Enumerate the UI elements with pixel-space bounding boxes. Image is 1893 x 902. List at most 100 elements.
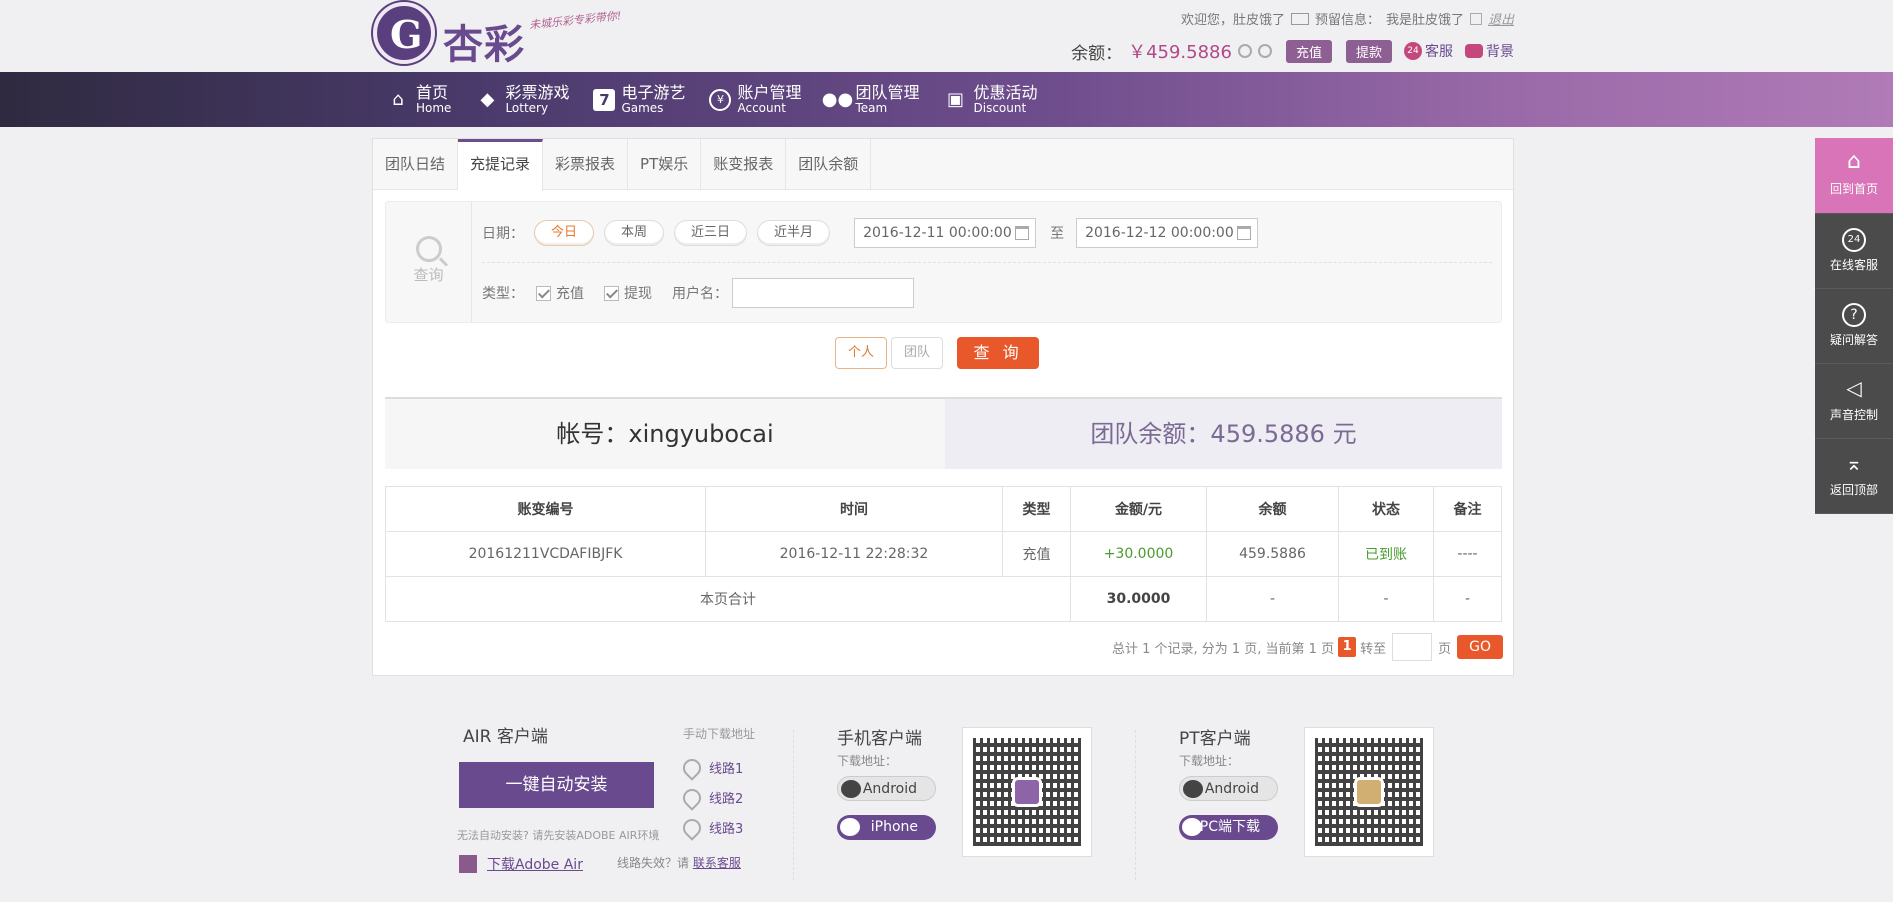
to-label: 至 bbox=[1050, 226, 1065, 242]
current-page[interactable]: 1 bbox=[1338, 637, 1357, 657]
pt-title: PT客户端 bbox=[1179, 729, 1251, 749]
nav-sublabel: Team bbox=[855, 100, 888, 115]
mail-icon[interactable] bbox=[1290, 12, 1309, 25]
total-cell: - bbox=[1206, 576, 1339, 622]
search-button[interactable]: 查 询 bbox=[957, 337, 1040, 369]
android-label: Android bbox=[862, 781, 917, 797]
refresh-icon[interactable] bbox=[1237, 44, 1252, 58]
auto-install-button[interactable]: 一键自动安装 bbox=[459, 762, 654, 808]
calendar-icon[interactable] bbox=[1237, 226, 1252, 240]
nav-team[interactable]: ●● 团队管理 Team bbox=[821, 72, 920, 127]
mobile-title: 手机客户端 bbox=[837, 729, 922, 749]
logout-link[interactable]: 退出 bbox=[1488, 9, 1514, 28]
nav-label: 团队管理 bbox=[855, 83, 920, 103]
mobile-qr-code bbox=[962, 727, 1092, 857]
team-button[interactable]: 团队 bbox=[891, 337, 944, 369]
sidebar-label: 声音控制 bbox=[1829, 408, 1878, 422]
table-row: 20161211VCDAFIBJFK 2016-12-11 22:28:32 充… bbox=[385, 531, 1502, 577]
line-1-link[interactable]: 线路1 bbox=[679, 754, 743, 781]
col-header: 金额/元 bbox=[1070, 486, 1207, 532]
reserve-value: 我是肚皮饿了 bbox=[1385, 13, 1464, 28]
page-input[interactable] bbox=[1392, 633, 1433, 661]
range-today[interactable]: 今日 bbox=[534, 220, 595, 246]
hide-eye-icon[interactable] bbox=[1257, 44, 1272, 58]
sidebar-top[interactable]: ⌅ 返回顶部 bbox=[1815, 439, 1893, 514]
nav-account[interactable]: ¥ 账户管理 Account bbox=[709, 72, 801, 127]
main-nav: ⌂ 首页 Home ◆ 彩票游戏 Lottery 7 电子游艺 Games ¥ 账户管理 Acc… bbox=[0, 72, 1893, 127]
range-week[interactable]: 本周 bbox=[604, 220, 665, 246]
nav-sublabel: Games bbox=[621, 100, 664, 115]
sidebar-faq[interactable]: ? 疑问解答 bbox=[1815, 289, 1893, 364]
line-label: 线路3 bbox=[709, 822, 744, 837]
tab-team-daily[interactable]: 团队日结 bbox=[373, 139, 459, 190]
logo-icon: G bbox=[373, 2, 435, 64]
table-header-row: 账变编号 时间 类型 金额/元 余额 状态 备注 bbox=[385, 486, 1502, 532]
tab-pt[interactable]: PT娱乐 bbox=[628, 139, 702, 190]
col-header: 备注 bbox=[1433, 486, 1502, 532]
iphone-download-button[interactable]: iPhone bbox=[837, 815, 936, 840]
cell-id: 20161211VCDAFIBJFK bbox=[385, 531, 706, 577]
nav-lottery[interactable]: ◆ 彩票游戏 Lottery bbox=[475, 72, 570, 127]
tab-team-balance[interactable]: 团队余额 bbox=[786, 139, 872, 190]
nav-sublabel: Home bbox=[416, 100, 452, 115]
withdraw-checkbox-label: 提现 bbox=[624, 286, 652, 302]
user-info: 欢迎您，肚皮饿了 预留信息： 我是肚皮饿了 退出 bbox=[1181, 9, 1514, 28]
personal-button[interactable]: 个人 bbox=[835, 337, 888, 369]
pt-pc-download-button[interactable]: PC端下载 bbox=[1179, 815, 1278, 840]
sidebar-sound[interactable]: ◁ 声音控制 bbox=[1815, 364, 1893, 439]
logo[interactable]: G 杏彩 未城乐彩专彩带你! bbox=[373, 2, 623, 68]
query-buttons: 个人 团队 查 询 bbox=[835, 337, 1040, 369]
username-input[interactable] bbox=[732, 278, 914, 308]
sidebar-label: 返回顶部 bbox=[1829, 483, 1878, 497]
right-sidebar: ⌂ 回到首页 24 在线客服 ? 疑问解答 ◁ 声音控制 ⌅ 返回顶部 bbox=[1815, 138, 1893, 514]
logo-icon bbox=[1012, 777, 1042, 807]
line-3-link[interactable]: 线路3 bbox=[679, 814, 744, 841]
balance-value: ￥459.5886 bbox=[1128, 42, 1232, 63]
deposit-button[interactable]: 充值 bbox=[1285, 39, 1332, 63]
line-lost: 线路失效？请 联系客服 bbox=[617, 854, 741, 871]
withdraw-button[interactable]: 提款 bbox=[1345, 39, 1392, 63]
service-link[interactable]: 24 客服 bbox=[1404, 41, 1453, 61]
records-table: 账变编号 时间 类型 金额/元 余额 状态 备注 20161211VCDAFIB… bbox=[385, 486, 1502, 622]
end-date-input[interactable]: 2016-12-12 00:00:00 bbox=[1076, 218, 1259, 248]
sidebar-label: 回到首页 bbox=[1829, 182, 1878, 196]
line-lost-text: 线路失效？请 bbox=[617, 856, 690, 870]
android-download-button[interactable]: Android bbox=[837, 776, 936, 801]
page-label: 页 bbox=[1438, 641, 1452, 657]
contact-service-link[interactable]: 联系客服 bbox=[693, 856, 741, 870]
tab-deposit-withdraw[interactable]: 充提记录 bbox=[458, 139, 544, 191]
calendar-icon[interactable] bbox=[1015, 226, 1030, 240]
tab-lottery-report[interactable]: 彩票报表 bbox=[543, 139, 629, 190]
edit-icon[interactable] bbox=[1469, 12, 1482, 25]
question-icon: ? bbox=[1842, 303, 1866, 327]
deposit-checkbox[interactable] bbox=[536, 285, 551, 301]
nav-discount[interactable]: ▣ 优惠活动 Discount bbox=[944, 72, 1038, 127]
type-label: 类型： bbox=[482, 286, 524, 302]
logo-slogan: 未城乐彩专彩带你! bbox=[528, 9, 622, 32]
sidebar-service[interactable]: 24 在线客服 bbox=[1815, 214, 1893, 289]
nav-label: 电子游艺 bbox=[621, 83, 686, 103]
nav-home[interactable]: ⌂ 首页 Home bbox=[386, 72, 451, 127]
headset-icon: 24 bbox=[1404, 42, 1422, 60]
query-side-label: 查询 bbox=[413, 266, 444, 284]
mobile-download-label: 下载地址： bbox=[837, 754, 898, 768]
gift-icon: ▣ bbox=[946, 89, 964, 110]
range-3days[interactable]: 近三日 bbox=[674, 220, 748, 246]
start-date-input[interactable]: 2016-12-11 00:00:00 bbox=[854, 218, 1037, 248]
go-button[interactable]: GO bbox=[1457, 635, 1503, 659]
line-2-link[interactable]: 线路2 bbox=[679, 784, 743, 811]
pt-android-button[interactable]: Android bbox=[1179, 776, 1278, 801]
manual-download-label: 手动下载地址 bbox=[683, 727, 756, 741]
total-cell: - bbox=[1338, 576, 1434, 622]
nav-games[interactable]: 7 电子游艺 Games bbox=[593, 72, 685, 127]
location-icon bbox=[679, 784, 705, 811]
adobe-download-link[interactable]: 下载Adobe Air bbox=[487, 854, 583, 874]
air-note: 无法自动安装? 请先安装ADOBE AIR环境 bbox=[457, 829, 660, 842]
sidebar-home[interactable]: ⌂ 回到首页 bbox=[1815, 138, 1893, 214]
pt-qr-code bbox=[1304, 727, 1434, 857]
range-halfmonth[interactable]: 近半月 bbox=[757, 220, 831, 246]
withdraw-checkbox[interactable] bbox=[604, 285, 619, 301]
background-link[interactable]: 背景 bbox=[1465, 41, 1514, 61]
tab-account-change[interactable]: 账变报表 bbox=[701, 139, 787, 190]
team-icon: ●● bbox=[821, 89, 854, 110]
